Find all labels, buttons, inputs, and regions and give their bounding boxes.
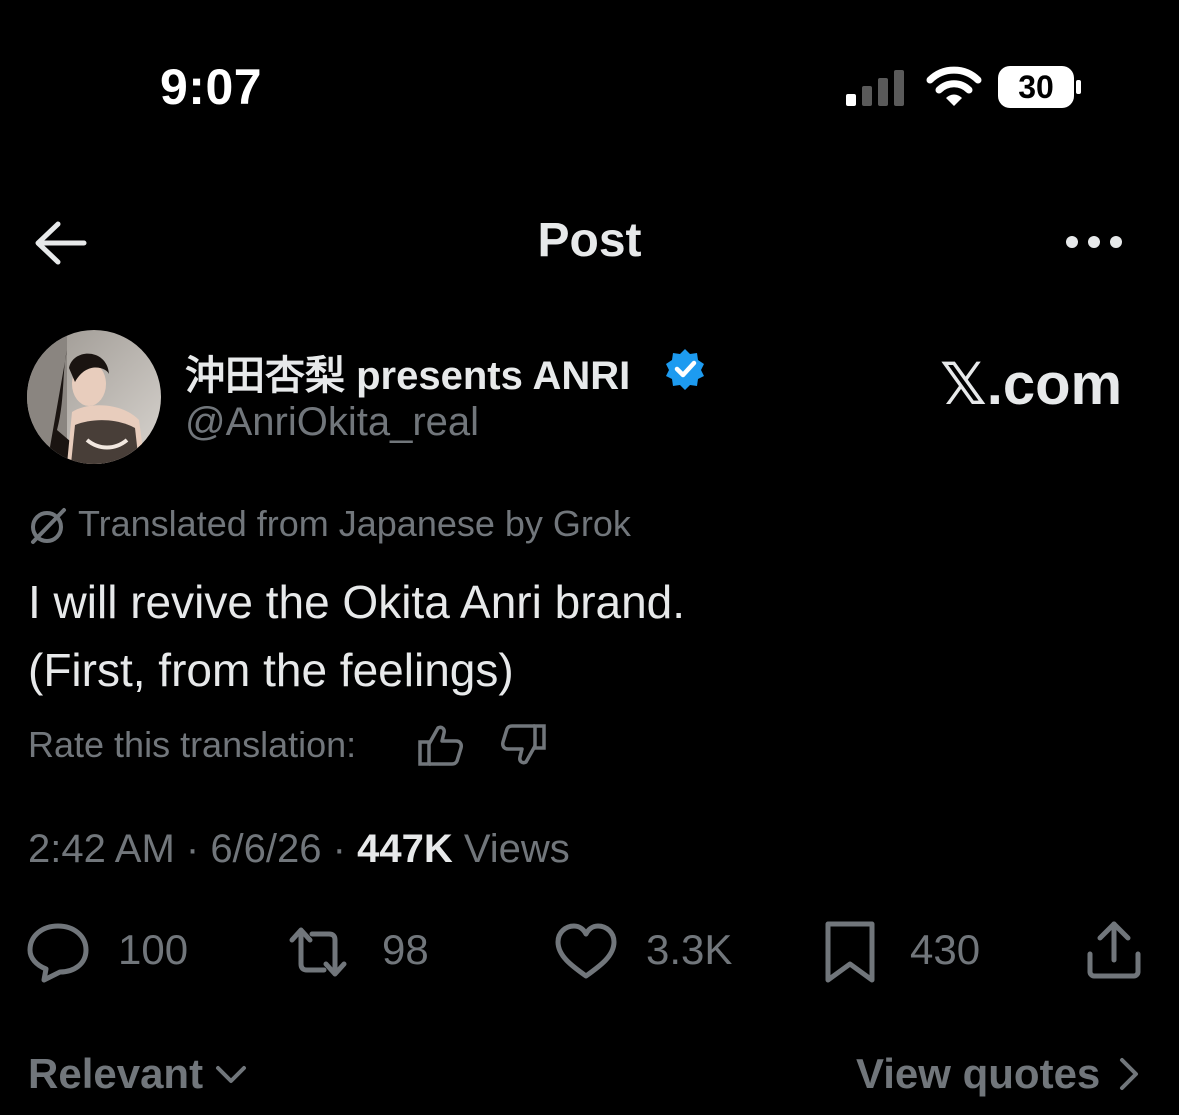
- battery-level: 30: [1018, 69, 1054, 105]
- grok-icon: [31, 508, 66, 544]
- page-title: Post: [537, 214, 642, 267]
- cellular-signal-icon: [846, 70, 904, 106]
- post-meta: 2:42 AM · 6/6/26 · 447K Views: [28, 827, 570, 872]
- meta-separator: ·: [174, 827, 211, 871]
- sort-dropdown-label[interactable]: Relevant: [28, 1050, 203, 1098]
- author-name[interactable]: 沖田杏梨 presents ANRI: [185, 343, 630, 401]
- wifi-icon: [926, 66, 982, 106]
- post-line: I will revive the Okita Anri brand.: [28, 576, 686, 628]
- post-line: (First, from the feelings): [28, 644, 514, 696]
- views-count[interactable]: 447K: [357, 827, 453, 871]
- thumbs-up-icon[interactable]: [416, 722, 464, 768]
- post-text: I will revive the Okita Anri brand. (Fir…: [28, 568, 685, 704]
- like-count: 3.3K: [646, 926, 733, 973]
- chevron-down-icon[interactable]: [214, 1062, 248, 1088]
- watermark-logo: 𝕏.com: [940, 352, 1123, 417]
- post-time: 2:42 AM: [28, 827, 175, 871]
- heart-icon: [555, 923, 617, 979]
- reply-count: 100: [118, 926, 189, 973]
- repost-icon: [289, 927, 347, 977]
- bookmark-icon: [825, 921, 875, 983]
- reply-button[interactable]: 100: [26, 918, 226, 988]
- bookmark-button[interactable]: 430: [818, 918, 1008, 988]
- avatar-image: [27, 330, 161, 464]
- share-icon[interactable]: [1082, 918, 1146, 982]
- thumbs-down-icon[interactable]: [500, 722, 548, 768]
- meta-separator: ·: [321, 827, 358, 871]
- views-label: Views: [452, 827, 570, 871]
- chevron-right-icon[interactable]: [1116, 1056, 1142, 1092]
- bookmark-count: 430: [910, 926, 981, 973]
- like-button[interactable]: 3.3K: [554, 918, 754, 988]
- rate-translation-label: Rate this translation:: [28, 724, 357, 765]
- ellipsis-icon[interactable]: [1062, 230, 1126, 254]
- view-quotes-link[interactable]: View quotes: [856, 1050, 1100, 1098]
- translation-label: Translated from Japanese by Grok: [78, 503, 631, 544]
- status-bar-time: 9:07: [160, 59, 263, 115]
- verified-badge-icon[interactable]: [664, 348, 706, 390]
- post-date: 6/6/26: [210, 827, 322, 871]
- repost-count: 98: [382, 926, 429, 973]
- battery-indicator: 30: [998, 66, 1082, 108]
- reply-icon: [27, 923, 89, 983]
- avatar[interactable]: [27, 330, 161, 464]
- repost-button[interactable]: 98: [286, 918, 466, 988]
- author-handle[interactable]: @AnriOkita_real: [185, 400, 479, 445]
